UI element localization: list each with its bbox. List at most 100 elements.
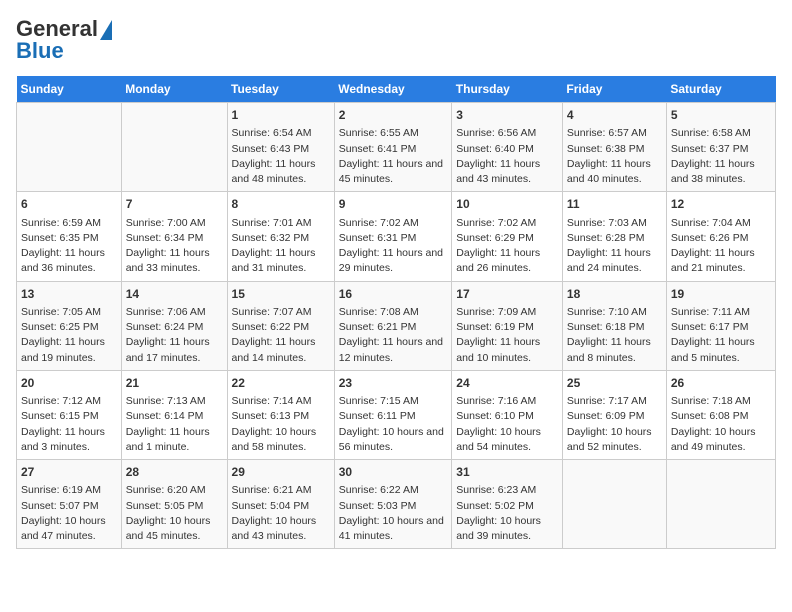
calendar-week-row: 6Sunrise: 6:59 AMSunset: 6:35 PMDaylight… (17, 192, 776, 281)
cell-text: Sunset: 6:18 PM (567, 320, 662, 335)
cell-text: Sunset: 5:07 PM (21, 499, 117, 514)
cell-text: Daylight: 11 hours and 26 minutes. (456, 246, 558, 276)
day-number: 22 (232, 375, 330, 392)
calendar-cell: 23Sunrise: 7:15 AMSunset: 6:11 PMDayligh… (334, 370, 452, 459)
calendar-cell: 13Sunrise: 7:05 AMSunset: 6:25 PMDayligh… (17, 281, 122, 370)
cell-text: Daylight: 11 hours and 40 minutes. (567, 157, 662, 187)
calendar-cell: 24 Sunrise: 7:16 AMSunset: 6:10 PMDayligh… (452, 370, 563, 459)
cell-text: Sunrise: 7:06 AM (126, 305, 223, 320)
calendar-cell: 11Sunrise: 7:03 AMSunset: 6:28 PMDayligh… (562, 192, 666, 281)
cell-text: Sunrise: 7:01 AM (232, 216, 330, 231)
calendar-cell: 10Sunrise: 7:02 AMSunset: 6:29 PMDayligh… (452, 192, 563, 281)
cell-text: Daylight: 11 hours and 8 minutes. (567, 335, 662, 365)
cell-text: Sunset: 6:15 PM (21, 409, 117, 424)
cell-text: Sunset: 6:21 PM (339, 320, 448, 335)
calendar-cell: 31Sunrise: 6:23 AMSunset: 5:02 PMDayligh… (452, 460, 563, 549)
calendar-week-row: 1Sunrise: 6:54 AMSunset: 6:43 PMDaylight… (17, 103, 776, 192)
day-number: 1 (232, 107, 330, 124)
cell-text: Daylight: 10 hours and 56 minutes. (339, 425, 448, 455)
day-number: 4 (567, 107, 662, 124)
day-number: 10 (456, 196, 558, 213)
calendar-cell: 3Sunrise: 6:56 AMSunset: 6:40 PMDaylight… (452, 103, 563, 192)
cell-text: Daylight: 10 hours and 41 minutes. (339, 514, 448, 544)
cell-text: Sunset: 6:43 PM (232, 142, 330, 157)
calendar-cell: 20 Sunrise: 7:12 AMSunset: 6:15 PMDayligh… (17, 370, 122, 459)
cell-text: Daylight: 11 hours and 1 minute. (126, 425, 223, 455)
calendar-cell: 27Sunrise: 6:19 AMSunset: 5:07 PMDayligh… (17, 460, 122, 549)
cell-text: Daylight: 11 hours and 38 minutes. (671, 157, 771, 187)
cell-text: Sunset: 6:32 PM (232, 231, 330, 246)
day-number: 24 (456, 375, 558, 392)
day-number: 13 (21, 286, 117, 303)
day-number: 25 (567, 375, 662, 392)
cell-text: Sunrise: 6:55 AM (339, 126, 448, 141)
day-of-week-header: Sunday (17, 76, 122, 103)
calendar-cell: 17Sunrise: 7:09 AMSunset: 6:19 PMDayligh… (452, 281, 563, 370)
calendar-cell: 6Sunrise: 6:59 AMSunset: 6:35 PMDaylight… (17, 192, 122, 281)
day-number: 21 (126, 375, 223, 392)
cell-text: Sunset: 6:09 PM (567, 409, 662, 424)
cell-text: Sunset: 6:10 PM (456, 409, 558, 424)
cell-text: Sunset: 6:29 PM (456, 231, 558, 246)
cell-text: Sunrise: 7:14 AM (232, 394, 330, 409)
day-of-week-header: Thursday (452, 76, 563, 103)
cell-text: Sunrise: 7:05 AM (21, 305, 117, 320)
cell-text: Sunset: 6:17 PM (671, 320, 771, 335)
day-number: 2 (339, 107, 448, 124)
cell-text: Daylight: 11 hours and 31 minutes. (232, 246, 330, 276)
day-number: 29 (232, 464, 330, 481)
logo: General Blue (16, 16, 112, 64)
calendar-header-row: SundayMondayTuesdayWednesdayThursdayFrid… (17, 76, 776, 103)
cell-text: Sunrise: 7:12 AM (21, 394, 117, 409)
cell-text: Daylight: 10 hours and 52 minutes. (567, 425, 662, 455)
cell-text: Sunrise: 6:57 AM (567, 126, 662, 141)
cell-text: Daylight: 10 hours and 54 minutes. (456, 425, 558, 455)
cell-text: Sunrise: 7:16 AM (456, 394, 558, 409)
cell-text: Sunrise: 6:56 AM (456, 126, 558, 141)
day-number: 20 (21, 375, 117, 392)
day-of-week-header: Friday (562, 76, 666, 103)
calendar-cell (666, 460, 775, 549)
calendar-cell: 4Sunrise: 6:57 AMSunset: 6:38 PMDaylight… (562, 103, 666, 192)
calendar-cell: 8Sunrise: 7:01 AMSunset: 6:32 PMDaylight… (227, 192, 334, 281)
calendar-cell: 16Sunrise: 7:08 AMSunset: 6:21 PMDayligh… (334, 281, 452, 370)
cell-text: Daylight: 11 hours and 5 minutes. (671, 335, 771, 365)
cell-text: Sunrise: 7:02 AM (339, 216, 448, 231)
cell-text: Sunset: 6:22 PM (232, 320, 330, 335)
cell-text: Sunrise: 7:09 AM (456, 305, 558, 320)
cell-text: Sunset: 6:35 PM (21, 231, 117, 246)
cell-text: Sunrise: 7:00 AM (126, 216, 223, 231)
day-number: 28 (126, 464, 223, 481)
cell-text: Sunrise: 6:23 AM (456, 483, 558, 498)
calendar-cell: 1Sunrise: 6:54 AMSunset: 6:43 PMDaylight… (227, 103, 334, 192)
cell-text: Sunrise: 6:20 AM (126, 483, 223, 498)
cell-text: Sunset: 6:31 PM (339, 231, 448, 246)
cell-text: Daylight: 11 hours and 19 minutes. (21, 335, 117, 365)
cell-text: Daylight: 10 hours and 43 minutes. (232, 514, 330, 544)
calendar-cell: 12Sunrise: 7:04 AMSunset: 6:26 PMDayligh… (666, 192, 775, 281)
calendar-cell: 28Sunrise: 6:20 AMSunset: 5:05 PMDayligh… (121, 460, 227, 549)
calendar-cell: 15Sunrise: 7:07 AMSunset: 6:22 PMDayligh… (227, 281, 334, 370)
day-number: 9 (339, 196, 448, 213)
cell-text: Sunrise: 6:58 AM (671, 126, 771, 141)
cell-text: Daylight: 11 hours and 48 minutes. (232, 157, 330, 187)
calendar-cell (17, 103, 122, 192)
cell-text: Sunrise: 6:19 AM (21, 483, 117, 498)
cell-text: Daylight: 11 hours and 36 minutes. (21, 246, 117, 276)
cell-text: Sunset: 6:13 PM (232, 409, 330, 424)
calendar-week-row: 20Sunrise: 7:12 AMSunset: 6:15 PMDayligh… (17, 370, 776, 459)
cell-text: Sunset: 6:24 PM (126, 320, 223, 335)
cell-text: Sunset: 5:04 PM (232, 499, 330, 514)
cell-text: Sunset: 6:34 PM (126, 231, 223, 246)
calendar-cell: 30Sunrise: 6:22 AMSunset: 5:03 PMDayligh… (334, 460, 452, 549)
day-number: 5 (671, 107, 771, 124)
day-of-week-header: Wednesday (334, 76, 452, 103)
cell-text: Daylight: 11 hours and 24 minutes. (567, 246, 662, 276)
day-number: 16 (339, 286, 448, 303)
cell-text: Daylight: 10 hours and 49 minutes. (671, 425, 771, 455)
page-header: General Blue (16, 16, 776, 64)
cell-text: Daylight: 11 hours and 3 minutes. (21, 425, 117, 455)
day-number: 17 (456, 286, 558, 303)
cell-text: Sunrise: 6:21 AM (232, 483, 330, 498)
day-number: 26 (671, 375, 771, 392)
